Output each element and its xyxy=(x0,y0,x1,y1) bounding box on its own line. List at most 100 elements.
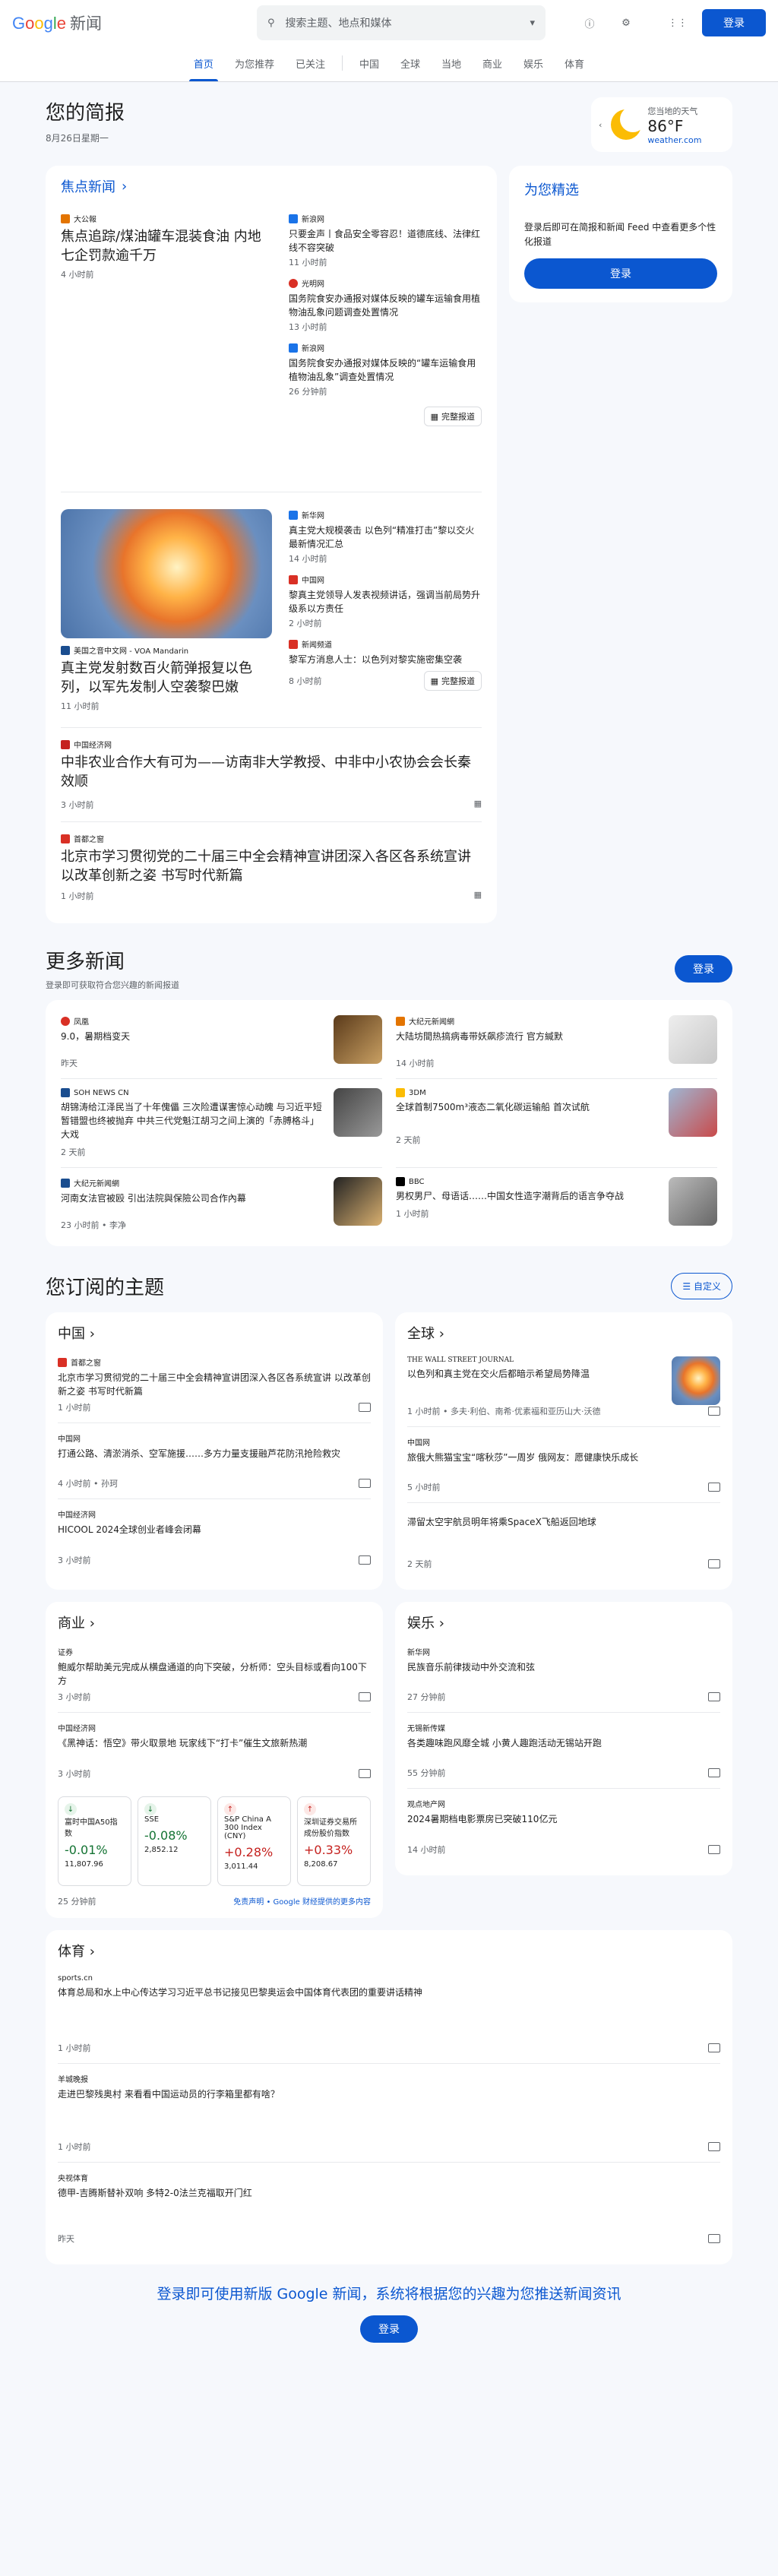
story-headline[interactable]: 男权男尸、母语话……中国女性造字潮背后的语言争夺战 xyxy=(396,1189,661,1203)
settings-icon[interactable]: ⚙ xyxy=(617,14,635,32)
list-item[interactable]: 无锡新传媒 各类趣味跑风靡全城 小黄人趣跑活动无锡站开跑 55 分钟前 xyxy=(407,1713,720,1789)
stock-card[interactable]: ↑ S&P China A 300 Index (CNY) +0.28% 3,011.… xyxy=(217,1796,291,1886)
list-item[interactable]: 中国经济网 HICOOL 2024全球创业者峰会闭幕 3 小时前 xyxy=(58,1499,371,1575)
full-coverage-icon[interactable]: ▦ xyxy=(474,890,482,902)
full-coverage-icon[interactable] xyxy=(359,1403,371,1412)
footer-signin-button[interactable]: 登录 xyxy=(360,2315,418,2343)
full-coverage-icon[interactable] xyxy=(359,1692,371,1701)
full-coverage-icon[interactable] xyxy=(708,1768,720,1777)
search-box[interactable]: ⚲ 搜索主题、地点和媒体 ▾ xyxy=(257,5,546,40)
related-headline[interactable]: 黎真主党领导人发表视频讲话，强调当前局势升级系以方责任 xyxy=(289,588,482,616)
story-cluster[interactable]: 大公報 焦点追踪/煤油罐车混装食油 内地七企罚款逾千万 4 小时前 新浪网 只要… xyxy=(61,196,482,492)
full-coverage-icon[interactable] xyxy=(708,1845,720,1854)
story-image[interactable] xyxy=(61,509,272,638)
full-coverage-icon[interactable] xyxy=(708,1407,720,1416)
tab-china[interactable]: 中国 xyxy=(349,56,390,81)
story-thumbnail[interactable] xyxy=(672,1356,720,1405)
topic-title[interactable]: 体育 › xyxy=(58,1941,720,1960)
related-headline[interactable]: 真主党大规模袭击 以色列“精准打击”黎以交火最新情况汇总 xyxy=(289,524,482,551)
story-thumbnail[interactable] xyxy=(669,1088,717,1137)
list-item[interactable]: 大纪元新闻網 河南女法官被殴 引出法院與保險公司合作內幕 23 小时前 • 李净 xyxy=(61,1168,382,1240)
full-coverage-icon[interactable] xyxy=(708,2142,720,2151)
story-headline[interactable]: 《黑神话：悟空》带火取景地 玩家线下“打卡”催生文旅新热潮 xyxy=(58,1736,371,1750)
story-headline[interactable]: 以色列和真主党在交火后都暗示希望局势降温 xyxy=(407,1367,672,1381)
full-coverage-button[interactable]: ▦ 完整报道 xyxy=(423,671,482,691)
list-item[interactable]: 凤凰 9.0，暑期档变天 昨天 xyxy=(61,1006,382,1079)
weather-widget[interactable]: ‹ 您当地的天气 86°F weather.com xyxy=(591,97,732,152)
full-coverage-icon[interactable]: ▦ xyxy=(474,799,482,811)
weather-source[interactable]: weather.com xyxy=(647,135,701,145)
list-item[interactable]: SOH NEWS CN 胡锦涛给江泽民当了十年傀儡 三次险遭谋害惊心动魄 与习近平… xyxy=(61,1079,382,1168)
google-news-logo[interactable]: Google 新闻 xyxy=(12,11,240,34)
top-stories-title[interactable]: 焦点新闻 › xyxy=(61,176,482,196)
search-input[interactable]: 搜索主题、地点和媒体 xyxy=(286,15,530,30)
list-item[interactable]: 中国网 打通公路、清淤消杀、空军施援……多方力量支援融芦花防汛抢险救灾 4 小时前 … xyxy=(58,1423,371,1499)
story-headline[interactable]: 焦点追踪/煤油罐车混装食油 内地七企罚款逾千万 xyxy=(61,227,272,265)
story-headline[interactable]: 旅俄大熊猫宝宝“喀秋莎”一周岁 俄网友：愿健康快乐成长 xyxy=(407,1451,720,1464)
story-cluster[interactable]: 美国之音中文网 - VOA Mandarin 真主党发射数百火箭弹报复以色列，以… xyxy=(61,492,482,728)
tab-local[interactable]: 当地 xyxy=(431,56,472,81)
topic-title[interactable]: 中国 › xyxy=(58,1323,371,1343)
stock-card[interactable]: ↓ SSE -0.08% 2,852.12 xyxy=(138,1796,211,1886)
related-headline[interactable]: 黎军方消息人士：以色列对黎实施密集空袭 xyxy=(289,653,482,666)
tab-home[interactable]: 首页 xyxy=(183,56,224,81)
story-headline[interactable]: 鲍威尔帮助美元完成从横盘通道的向下突破，分析师：空头目标或看向100下方 xyxy=(58,1660,371,1688)
apps-icon[interactable]: ⋮⋮ xyxy=(668,14,688,32)
story-headline[interactable]: 民族音乐前律拨动中外交流和弦 xyxy=(407,1660,720,1674)
full-coverage-icon[interactable] xyxy=(708,1692,720,1701)
story-headline[interactable]: 各类趣味跑风靡全城 小黄人趣跑活动无锡站开跑 xyxy=(407,1736,720,1750)
list-item[interactable]: 观点地产网 2024暑期档电影票房已突破110亿元 14 小时前 xyxy=(407,1789,720,1865)
story-headline[interactable]: 2024暑期档电影票房已突破110亿元 xyxy=(407,1812,720,1826)
full-coverage-icon[interactable] xyxy=(359,1479,371,1488)
tab-sports[interactable]: 体育 xyxy=(554,56,595,81)
story-headline[interactable]: 河南女法官被殴 引出法院與保險公司合作內幕 xyxy=(61,1191,326,1205)
list-item[interactable]: 新华网 民族音乐前律拨动中外交流和弦 27 分钟前 xyxy=(407,1637,720,1713)
list-item[interactable]: 羊城晚报 走进巴黎残奥村 来看看中国运动员的行李箱里都有啥？ 1 小时前 xyxy=(58,2064,720,2163)
story-headline[interactable]: 北京市学习贯彻党的二十届三中全会精神宣讲团深入各区各系统宣讲 以改革创新之姿 书… xyxy=(61,847,482,885)
signin-button[interactable]: 登录 xyxy=(702,9,766,36)
story-headline[interactable]: 9.0，暑期档变天 xyxy=(61,1030,326,1043)
related-headline[interactable]: 只要金声丨食品安全零容忍！道德底线、法律红线不容突破 xyxy=(289,227,482,255)
story-item[interactable]: 首都之窗 北京市学习贯彻党的二十届三中全会精神宣讲团深入各区各系统宣讲 以改革创… xyxy=(61,822,482,913)
full-coverage-icon[interactable] xyxy=(708,1483,720,1492)
list-item[interactable]: 中国经济网 《黑神话：悟空》带火取景地 玩家线下“打卡”催生文旅新热潮 3 小时前 xyxy=(58,1713,371,1789)
list-item[interactable]: 滞留太空宇航员明年将乘SpaceX飞船返回地球 2 天前 xyxy=(407,1503,720,1579)
tab-entertainment[interactable]: 娱乐 xyxy=(513,56,554,81)
tab-for-you[interactable]: 为您推荐 xyxy=(224,56,285,81)
finance-disclaimer-link[interactable]: 免责声明 • Google 财经提供的更多内容 xyxy=(233,1895,371,1907)
story-headline[interactable]: 北京市学习贯彻党的二十届三中全会精神宣讲团深入各区各系统宣讲 以改革创新之姿 书… xyxy=(58,1371,371,1398)
list-item[interactable]: 3DM 全球首制7500m³液态二氧化碳运输船 首次试航 2 天前 xyxy=(396,1079,717,1168)
story-headline[interactable]: HICOOL 2024全球创业者峰会闭幕 xyxy=(58,1523,371,1536)
full-coverage-icon[interactable] xyxy=(359,1769,371,1778)
story-headline[interactable]: 胡锦涛给江泽民当了十年傀儡 三次险遭谋害惊心动魄 与习近平短暂错盟也终被抛弃 中… xyxy=(61,1100,326,1141)
story-item[interactable]: 中国经济网 中非农业合作大有可为——访南非大学教授、中非中小农协会会长秦效顺 3… xyxy=(61,728,482,822)
topic-title[interactable]: 全球 › xyxy=(407,1323,720,1343)
tab-following[interactable]: 已关注 xyxy=(285,56,336,81)
full-coverage-icon[interactable] xyxy=(359,1555,371,1565)
dropdown-icon[interactable]: ▾ xyxy=(530,17,535,29)
story-thumbnail[interactable] xyxy=(334,1177,382,1226)
story-headline[interactable]: 滞留太空宇航员明年将乘SpaceX飞船返回地球 xyxy=(407,1515,720,1529)
full-coverage-icon[interactable] xyxy=(708,2234,720,2243)
story-headline[interactable]: 打通公路、清淤消杀、空军施援……多方力量支援融芦花防汛抢险救灾 xyxy=(58,1447,371,1460)
story-thumbnail[interactable] xyxy=(334,1015,382,1064)
story-headline[interactable]: 德甲-吉腾斯替补双响 多特2-0法兰克福取开门红 xyxy=(58,2186,720,2200)
list-item[interactable]: THE WALL STREET JOURNAL 以色列和真主党在交火后都暗示希望局… xyxy=(407,1347,720,1427)
story-headline[interactable]: 体育总局和水上中心传达学习习近平总书记接见巴黎奥运会中国体育代表团的重要讲话精神 xyxy=(58,1986,720,1999)
chevron-left-icon[interactable]: ‹ xyxy=(599,120,602,130)
tab-business[interactable]: 商业 xyxy=(472,56,513,81)
story-thumbnail[interactable] xyxy=(669,1177,717,1226)
topic-title[interactable]: 娱乐 › xyxy=(407,1612,720,1632)
story-headline[interactable]: 走进巴黎残奥村 来看看中国运动员的行李箱里都有啥？ xyxy=(58,2087,720,2101)
help-icon[interactable]: ⓘ xyxy=(580,14,599,32)
stock-card[interactable]: ↑ 深圳证券交易所成份股价指数 +0.33% 8,208.67 xyxy=(297,1796,371,1886)
story-headline[interactable]: 全球首制7500m³液态二氧化碳运输船 首次试航 xyxy=(396,1100,661,1114)
list-item[interactable]: BBC 男权男尸、母语话……中国女性造字潮背后的语言争夺战 1 小时前 xyxy=(396,1168,717,1240)
full-coverage-icon[interactable] xyxy=(708,1559,720,1568)
related-headline[interactable]: 国务院食安办通报对媒体反映的“罐车运输食用植物油乱象”调查处置情况 xyxy=(289,356,482,384)
list-item[interactable]: sports.cn 体育总局和水上中心传达学习习近平总书记接见巴黎奥运会中国体育代… xyxy=(58,1965,720,2064)
full-coverage-button[interactable]: ▦ 完整报道 xyxy=(423,407,482,426)
list-item[interactable]: 首都之窗 北京市学习贯彻党的二十届三中全会精神宣讲团深入各区各系统宣讲 以改革创新… xyxy=(58,1347,371,1423)
full-coverage-icon[interactable] xyxy=(708,2043,720,2052)
tab-world[interactable]: 全球 xyxy=(390,56,431,81)
